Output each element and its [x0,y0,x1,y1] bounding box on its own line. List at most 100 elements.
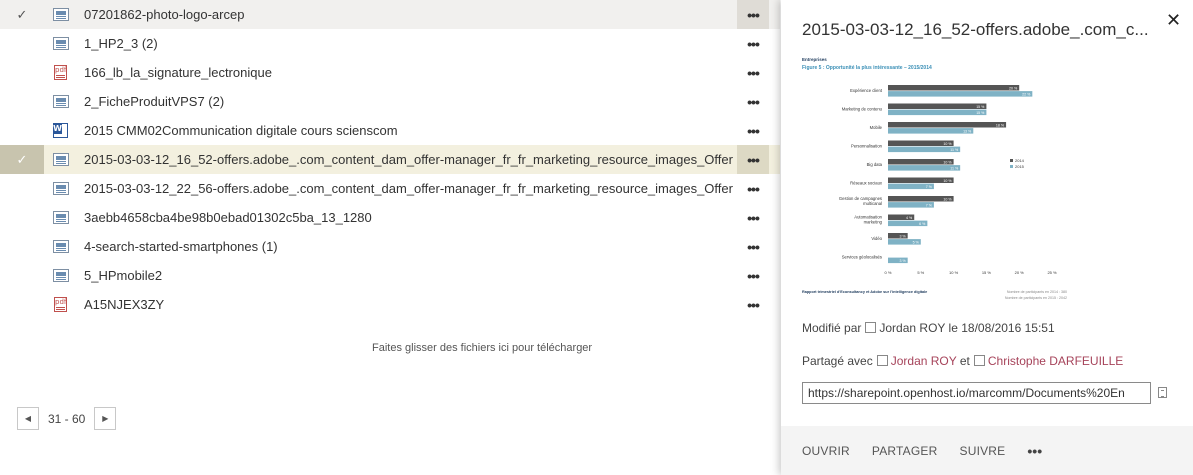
row-select-checkbox[interactable] [0,290,44,319]
legend-swatch [1010,159,1013,162]
copy-icon[interactable] [1158,387,1167,398]
file-more-button[interactable]: ••• [737,0,769,29]
file-row[interactable]: 2015-03-03-12_22_56-offers.adobe_.com_co… [0,174,780,203]
bar-2015 [888,128,974,134]
x-tick-label: 15 % [982,270,992,275]
next-page-button[interactable]: ▶ [94,407,117,430]
bar-2014 [888,122,1007,128]
close-panel-button[interactable]: ✕ [1166,10,1181,31]
pdf-file-icon [54,65,67,80]
file-name-link[interactable]: 2015-03-03-12_22_56-offers.adobe_.com_co… [84,181,780,196]
file-row[interactable]: 166_lb_la_signature_lectronique••• [0,58,780,87]
file-row[interactable]: A15NJEX3ZY••• [0,290,780,319]
row-select-checkbox[interactable]: ✓ [0,145,44,174]
category-label: marketing [864,220,883,225]
bar-value-label: 10 % [943,197,952,201]
x-tick-label: 0 % [885,270,892,275]
file-name-link[interactable]: 3aebb4658cba4be98b0ebad01302c5ba_13_1280 [84,210,780,225]
row-select-checkbox[interactable] [0,29,44,58]
bar-value-label: 10 % [943,142,952,146]
more-actions-button[interactable]: ••• [1027,443,1042,459]
file-row[interactable]: 1_HP2_3 (2) ••• [0,29,780,58]
drop-zone-hint[interactable]: Faites glisser des fichiers ici pour tél… [372,342,592,354]
image-file-icon [53,269,69,282]
file-more-button[interactable]: ••• [737,261,769,290]
file-name-link[interactable]: 2_FicheProduitVPS7 (2) [84,94,780,109]
bar-value-label: 22 % [1022,92,1031,96]
x-tick-label: 25 % [1047,270,1057,275]
chart-kicker: Entreprises [802,57,827,62]
category-label: Mobile [870,125,883,130]
category-label: Vidéo [871,236,882,241]
file-name-link[interactable]: A15NJEX3ZY [84,297,780,312]
shared-user-link[interactable]: Christophe DARFEUILLE [988,354,1123,368]
bar-2014 [888,85,1020,91]
row-select-checkbox[interactable] [0,174,44,203]
legend-label: 2014 [1015,158,1025,163]
file-name-link[interactable]: 07201862-photo-logo-arcep [84,7,780,22]
category-label: Réseaux sociaux [850,181,883,186]
image-file-icon [53,182,69,195]
file-name-link[interactable]: 166_lb_la_signature_lectronique [84,65,780,80]
file-more-button[interactable]: ••• [737,174,769,203]
shared-label: Partagé avec [802,354,873,368]
pagination: ◀ 31 - 60 ▶ [17,406,117,431]
bar-value-label: 15 % [976,105,985,109]
file-more-button[interactable]: ••• [737,145,769,174]
chevron-right-icon: ▶ [102,414,109,423]
previous-page-button[interactable]: ◀ [17,407,39,430]
file-name-link[interactable]: 5_HPmobile2 [84,268,780,283]
bar-value-label: 7 % [926,203,933,207]
row-select-checkbox[interactable]: ✓ [0,0,44,29]
bar-value-label: 10 % [943,179,952,183]
row-select-checkbox[interactable] [0,261,44,290]
row-select-checkbox[interactable] [0,87,44,116]
row-select-checkbox[interactable] [0,58,44,87]
file-row[interactable]: 2015 CMM02Communication digitale cours s… [0,116,780,145]
shared-info: Partagé avec Jordan ROY et Christophe DARF… [802,354,1123,368]
row-select-checkbox[interactable] [0,203,44,232]
shared-user-link[interactable]: Jordan ROY [891,354,957,368]
bar-value-label: 18 % [996,123,1005,127]
file-row[interactable]: 4-search-started-smartphones (1) ••• [0,232,780,261]
file-name-link[interactable]: 4-search-started-smartphones (1) [84,239,780,254]
file-more-button[interactable]: ••• [737,58,769,87]
panel-actions: OUVRIR PARTAGER SUIVRE ••• [781,426,1193,475]
category-label: Marketing de contenu [842,107,883,112]
file-name-link[interactable]: 2015-03-03-12_16_52-offers.adobe_.com_co… [84,152,780,167]
document-url-field[interactable]: https://sharepoint.openhost.io/marcomm/D… [802,382,1151,404]
file-row[interactable]: ✓ 07201862-photo-logo-arcep ••• [0,0,780,29]
file-more-button[interactable]: ••• [737,29,769,58]
file-more-button[interactable]: ••• [737,203,769,232]
file-name-link[interactable]: 1_HP2_3 (2) [84,36,780,51]
close-icon: ✕ [1166,10,1182,30]
panel-title: 2015-03-03-12_16_52-offers.adobe_.com_c.… [802,20,1149,39]
row-select-checkbox[interactable] [0,232,44,261]
file-more-button[interactable]: ••• [737,232,769,261]
file-row[interactable]: ✓ 2015-03-03-12_16_52-offers.adobe_.com_c… [0,145,780,174]
file-name-link[interactable]: 2015 CMM02Communication digitale cours s… [84,123,780,138]
page-range: 31 - 60 [48,411,86,426]
file-row[interactable]: 5_HPmobile2 ••• [0,261,780,290]
share-button[interactable]: PARTAGER [872,444,938,458]
file-more-button[interactable]: ••• [737,116,769,145]
bar-value-label: 6 % [919,222,926,226]
follow-button[interactable]: SUIVRE [960,444,1006,458]
file-row[interactable]: 2_FicheProduitVPS7 (2) ••• [0,87,780,116]
bar-value-label: 11 % [950,148,959,152]
document-preview[interactable]: Entreprises Figure 5 : Opportunité la plu… [802,55,1067,305]
x-tick-label: 10 % [949,270,959,275]
modified-user[interactable]: Jordan ROY [879,321,945,335]
open-button[interactable]: OUVRIR [802,444,850,458]
chart-sample-note: Nombre de participants en 2015 : 2042 [1005,296,1067,300]
x-tick-label: 20 % [1015,270,1025,275]
legend-swatch [1010,165,1013,168]
file-more-button[interactable]: ••• [737,290,769,319]
row-select-checkbox[interactable] [0,116,44,145]
modified-info: Modifié par Jordan ROY le 18/08/2016 15:5… [802,321,1055,335]
file-row[interactable]: 3aebb4658cba4be98b0ebad01302c5ba_13_1280… [0,203,780,232]
checkmark-icon: ✓ [16,151,28,167]
bar-2015 [888,91,1033,97]
file-more-button[interactable]: ••• [737,87,769,116]
image-file-icon [53,95,69,108]
